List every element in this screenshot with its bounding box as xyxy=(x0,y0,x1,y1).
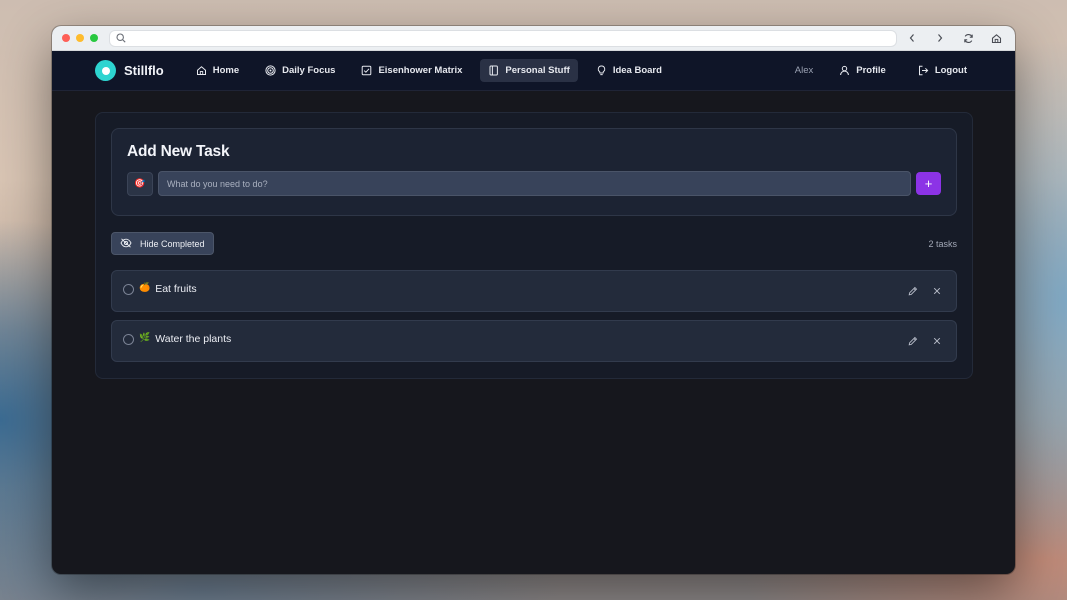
maximize-window-button[interactable] xyxy=(90,34,98,42)
close-icon[interactable] xyxy=(932,336,942,346)
minimize-window-button[interactable] xyxy=(76,34,84,42)
edit-icon[interactable] xyxy=(908,286,918,296)
add-task-button[interactable]: + xyxy=(916,172,941,195)
task-emoji: 🌿 xyxy=(139,332,151,342)
target-icon xyxy=(265,65,276,76)
chevron-left-icon[interactable] xyxy=(905,31,919,45)
address-bar[interactable] xyxy=(109,30,897,47)
home-icon[interactable] xyxy=(989,31,1003,45)
task-checkbox[interactable] xyxy=(123,334,134,345)
task-emoji: 🍊 xyxy=(139,282,151,292)
brand-name: Stillflo xyxy=(124,63,164,78)
task-item: 🍊 Eat fruits xyxy=(111,270,957,312)
add-task-title: Add New Task xyxy=(127,143,230,160)
nav-item-label: Personal Stuff xyxy=(505,65,570,76)
nav-profile-link[interactable]: Profile xyxy=(831,59,894,82)
nav-item-label: Idea Board xyxy=(612,65,662,76)
checkbox-icon xyxy=(361,65,372,76)
eye-off-icon xyxy=(120,237,132,250)
logout-label: Logout xyxy=(934,65,967,76)
browser-chrome xyxy=(52,26,1015,51)
reload-icon[interactable] xyxy=(961,31,975,45)
brand[interactable]: Stillflo xyxy=(95,60,164,81)
close-window-button[interactable] xyxy=(62,34,70,42)
logout-icon xyxy=(918,65,929,76)
nav-item-label: Home xyxy=(212,65,240,76)
top-navbar: Stillflo Home Daily Focus Eisenhower Mat… xyxy=(52,51,1015,91)
nav-item-home[interactable]: Home xyxy=(188,59,247,82)
plus-icon: + xyxy=(924,176,933,191)
add-task-card: Add New Task 🎯 + xyxy=(111,128,957,216)
nav-item-label: Daily Focus xyxy=(282,65,336,76)
hide-completed-label: Hide Completed xyxy=(140,238,205,249)
brand-logo-icon xyxy=(95,60,116,81)
task-item: 🌿 Water the plants xyxy=(111,320,957,362)
user-icon xyxy=(839,65,850,76)
nav-item-idea-board[interactable]: Idea Board xyxy=(588,59,670,82)
notebook-icon xyxy=(488,65,499,76)
emoji-picker-emoji: 🎯 xyxy=(134,178,146,188)
emoji-picker-button[interactable]: 🎯 xyxy=(127,171,153,196)
main-content: Add New Task 🎯 + Hide Completed xyxy=(52,91,1015,400)
browser-window: Stillflo Home Daily Focus Eisenhower Mat… xyxy=(52,26,1015,574)
task-checkbox[interactable] xyxy=(123,284,134,295)
task-list: 🍊 Eat fruits 🌿 Water the plants xyxy=(111,270,957,362)
task-text: Water the plants xyxy=(155,333,232,345)
nav-item-daily-focus[interactable]: Daily Focus xyxy=(257,59,343,82)
nav-logout-link[interactable]: Logout xyxy=(910,59,975,82)
window-controls xyxy=(62,34,98,42)
task-text: Eat fruits xyxy=(155,283,197,295)
lightbulb-icon xyxy=(596,65,607,76)
close-icon[interactable] xyxy=(932,286,942,296)
nav-menu: Home Daily Focus Eisenhower Matrix Perso… xyxy=(188,59,670,82)
hide-completed-button[interactable]: Hide Completed xyxy=(111,232,214,255)
nav-item-eisenhower-matrix[interactable]: Eisenhower Matrix xyxy=(353,59,470,82)
nav-item-label: Eisenhower Matrix xyxy=(378,65,463,76)
tasks-panel: Add New Task 🎯 + Hide Completed xyxy=(95,112,973,379)
new-task-input[interactable] xyxy=(158,171,911,196)
nav-item-personal-stuff[interactable]: Personal Stuff xyxy=(480,59,578,82)
search-icon xyxy=(116,30,126,48)
edit-icon[interactable] xyxy=(908,336,918,346)
chevron-right-icon[interactable] xyxy=(933,31,947,45)
user-name: Alex xyxy=(794,65,814,76)
home-icon xyxy=(196,65,207,76)
profile-label: Profile xyxy=(856,65,886,76)
task-count: 2 tasks xyxy=(928,238,957,249)
